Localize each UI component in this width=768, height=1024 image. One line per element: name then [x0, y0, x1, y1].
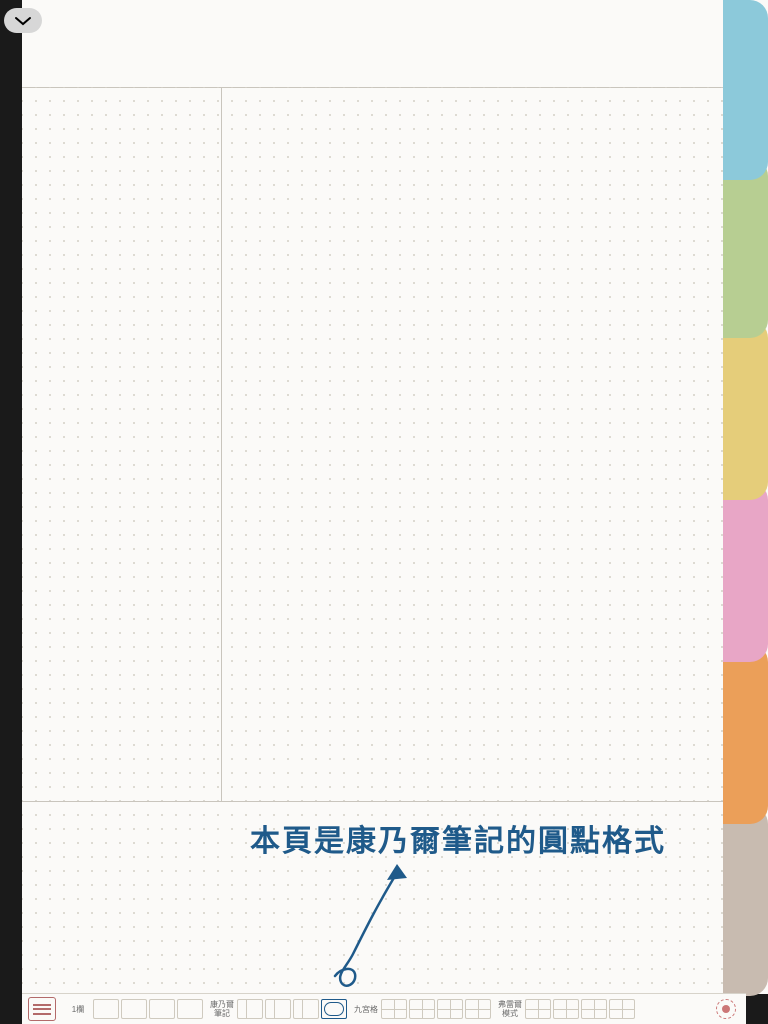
group-label-1col: 1欄: [66, 1005, 90, 1014]
side-tab-0[interactable]: [723, 0, 768, 180]
template-1col-lined[interactable]: [121, 999, 147, 1019]
template-1col-grid[interactable]: [149, 999, 175, 1019]
handwritten-annotation: 本頁是康乃爾筆記的圓點格式: [250, 816, 666, 860]
template-cornell-grid[interactable]: [293, 999, 319, 1019]
cornell-vertical-divider: [221, 87, 222, 801]
page-canvas[interactable]: 本頁是康乃爾筆記的圓點格式: [22, 0, 768, 994]
cornell-horizontal-divider: [22, 801, 768, 802]
template-9grid-plain[interactable]: [381, 999, 407, 1019]
side-tab-3[interactable]: [723, 482, 768, 662]
record-indicator-icon[interactable]: [716, 999, 736, 1019]
group-label-cornell: 康乃爾 筆記: [210, 1000, 234, 1018]
page-header-area[interactable]: [22, 0, 768, 88]
template-9grid-lined[interactable]: [409, 999, 435, 1019]
side-tabs: [723, 0, 768, 994]
template-frayer-plain[interactable]: [525, 999, 551, 1019]
collapse-pill[interactable]: [4, 8, 42, 33]
template-9grid-dot[interactable]: [465, 999, 491, 1019]
template-1col-dot[interactable]: [177, 999, 203, 1019]
template-group-9grid: 九宮格: [352, 999, 492, 1019]
bottom-toolbar: 1欄 康乃爾 筆記 九宮格 弗雷爾 模式: [22, 993, 746, 1024]
group-label-9grid: 九宮格: [354, 1005, 378, 1014]
template-1col-plain[interactable]: [93, 999, 119, 1019]
template-frayer-dot[interactable]: [609, 999, 635, 1019]
group-label-frayer: 弗雷爾 模式: [498, 1000, 522, 1018]
template-frayer-grid[interactable]: [581, 999, 607, 1019]
menu-button[interactable]: [28, 997, 56, 1021]
template-group-cornell: 康乃爾 筆記: [208, 999, 348, 1019]
template-frayer-lined[interactable]: [553, 999, 579, 1019]
side-tab-5[interactable]: [723, 806, 768, 996]
side-tab-4[interactable]: [723, 644, 768, 824]
chevron-down-icon: [14, 16, 32, 26]
side-tab-2[interactable]: [723, 320, 768, 500]
template-cornell-dot-active[interactable]: [321, 999, 347, 1019]
side-tab-1[interactable]: [723, 158, 768, 338]
template-group-frayer: 弗雷爾 模式: [496, 999, 636, 1019]
template-cornell-lined[interactable]: [265, 999, 291, 1019]
template-9grid-grid[interactable]: [437, 999, 463, 1019]
template-group-1col: 1欄: [64, 999, 204, 1019]
template-cornell-plain[interactable]: [237, 999, 263, 1019]
